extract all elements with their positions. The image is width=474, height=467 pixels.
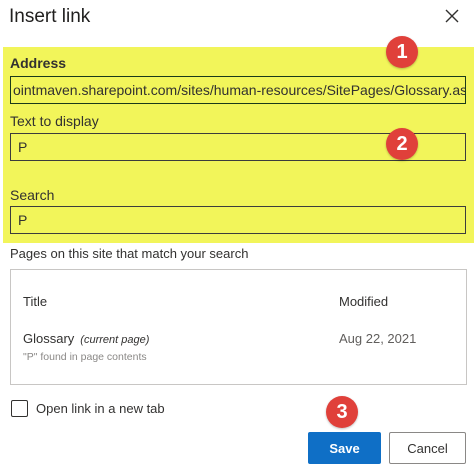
address-input[interactable]: ointmaven.sharepoint.com/sites/human-res… — [10, 76, 466, 104]
text-to-display-label: Text to display — [10, 113, 99, 129]
cancel-button[interactable]: Cancel — [389, 432, 466, 464]
address-label: Address — [10, 55, 67, 71]
column-header-title: Title — [23, 294, 48, 309]
row-match-detail: "P" found in page contents — [23, 351, 147, 363]
page-name: Glossary — [23, 331, 75, 346]
row-modified-date: Aug 22, 2021 — [339, 331, 417, 346]
row-page-name: Glossary (current page) — [23, 331, 149, 346]
close-button[interactable] — [440, 4, 464, 28]
dialog-title: Insert link — [9, 6, 91, 27]
close-icon — [445, 9, 459, 23]
callout-marker-2: 2 — [386, 128, 418, 160]
search-label: Search — [10, 187, 55, 203]
current-page-tag: (current page) — [80, 334, 150, 346]
results-heading: Pages on this site that match your searc… — [10, 246, 249, 261]
save-button[interactable]: Save — [308, 432, 381, 464]
column-header-modified: Modified — [339, 294, 389, 309]
new-tab-label: Open link in a new tab — [36, 401, 165, 416]
callout-marker-3: 3 — [326, 396, 358, 428]
search-input[interactable]: P — [10, 206, 466, 234]
results-table: Title Modified Glossary (current page) "P… — [10, 269, 467, 385]
new-tab-checkbox[interactable] — [11, 400, 28, 417]
callout-marker-1: 1 — [386, 36, 418, 68]
